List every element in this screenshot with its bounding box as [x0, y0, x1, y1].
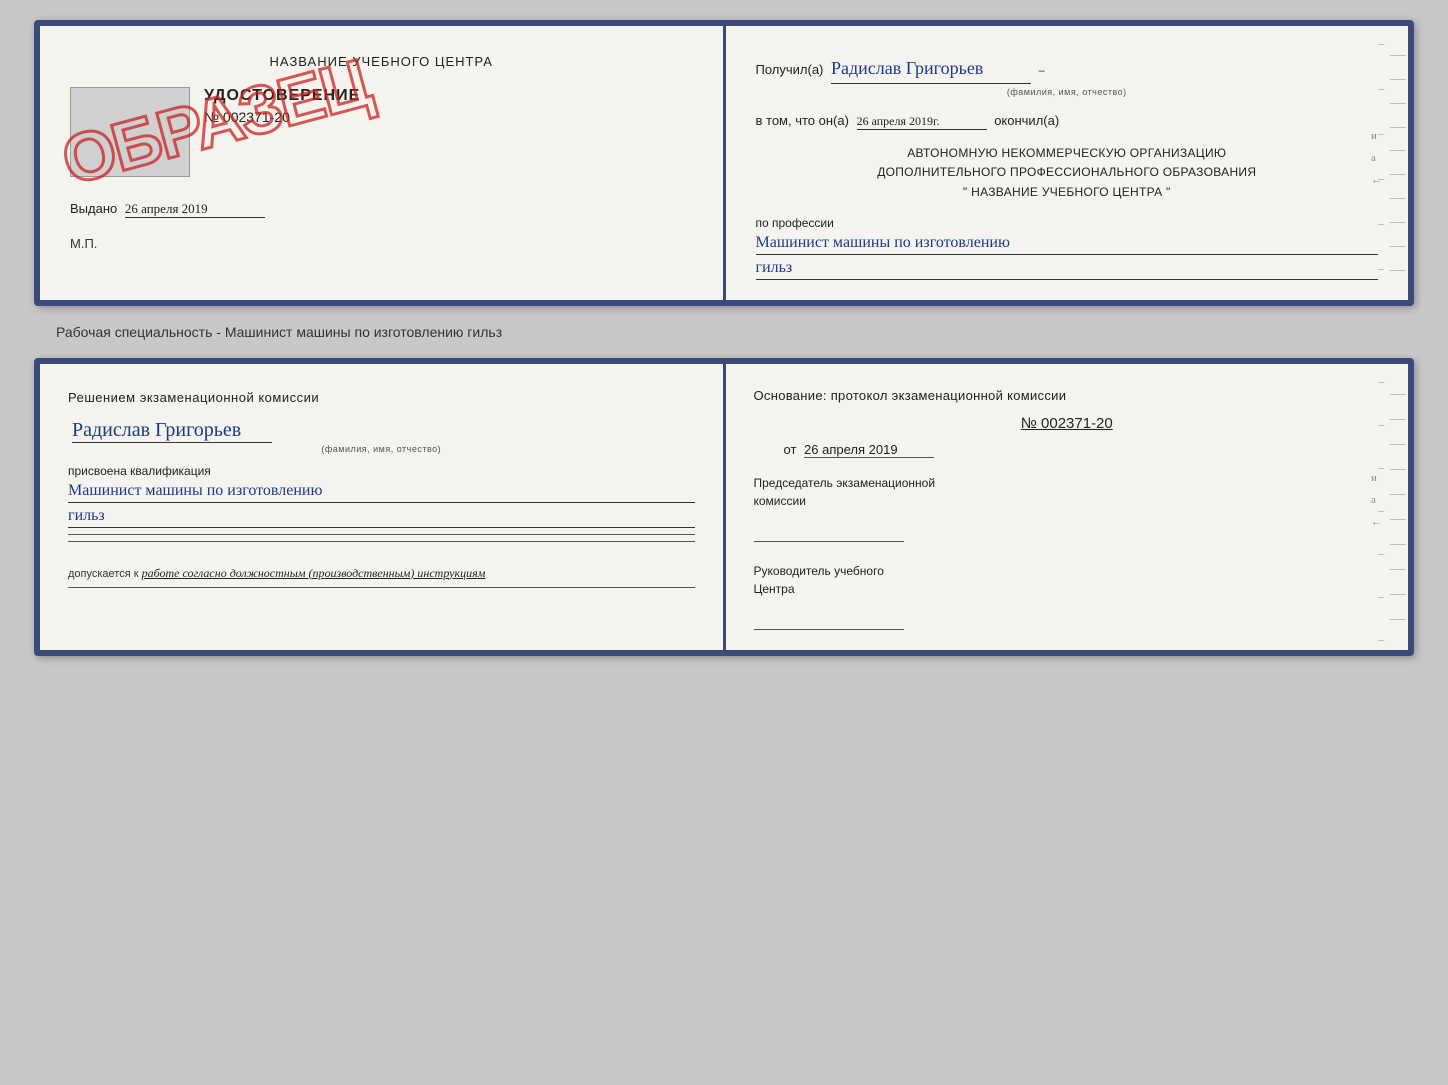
top-left-panel: НАЗВАНИЕ УЧЕБНОГО ЦЕНТРА УДОСТОВЕРЕНИЕ №…: [40, 26, 726, 300]
deco-line: [1390, 494, 1406, 495]
org-line3: " НАЗВАНИЕ УЧЕБНОГО ЦЕНТРА ": [756, 183, 1379, 202]
chairman-signature: [754, 514, 904, 542]
qualification-label: присвоена квалификация: [68, 464, 211, 478]
mp-label: М.П.: [70, 236, 693, 251]
recipient-name-bottom: Радислав Григорьев: [72, 419, 272, 443]
chairman-label1: Председатель экзаменационной: [754, 474, 1381, 492]
date-line-top: в том, что он(а) 26 апреля 2019г. окончи…: [756, 113, 1379, 130]
date-suffix-top: окончил(а): [994, 113, 1059, 128]
date-prefix-top: в том, что он(а): [756, 113, 849, 128]
right-deco-lines-bottom: [1388, 364, 1408, 650]
profession-value1: Машинист машины по изготовлению: [756, 234, 1379, 255]
allowed-line: допускается к работе согласно должностны…: [68, 566, 695, 581]
received-prefix: Получил(а): [756, 62, 824, 77]
deco-line: [1390, 569, 1406, 570]
issued-label: Выдано: [70, 201, 117, 216]
allowed-text: работе согласно должностным (производств…: [142, 566, 486, 580]
basis-title: Основание: протокол экзаменационной коми…: [754, 388, 1381, 403]
chairman-block: Председатель экзаменационной комиссии: [754, 474, 1381, 542]
qualification-value1: Машинист машины по изготовлению: [68, 482, 695, 503]
deco-line: [1390, 174, 1406, 175]
deco-line: [1390, 419, 1406, 420]
top-right-panel: Получил(а) Радислав Григорьев – (фамилия…: [726, 26, 1409, 300]
deco-line: [1390, 544, 1406, 545]
section-title-bottom: Решением экзаменационной комиссии: [68, 388, 695, 409]
deco-line: [1390, 222, 1406, 223]
deco-line: [1390, 150, 1406, 151]
underline2: [68, 541, 695, 542]
underline3: [68, 587, 695, 588]
deco-line: [1390, 127, 1406, 128]
bottom-left-panel: Решением экзаменационной комиссии Радисл…: [40, 364, 726, 650]
org-line1: АВТОНОМНУЮ НЕКОММЕРЧЕСКУЮ ОРГАНИЗАЦИЮ: [756, 144, 1379, 163]
deco-line: [1390, 79, 1406, 80]
deco-line: [1390, 198, 1406, 199]
date-of-prefix: от: [784, 442, 797, 457]
deco-line: [1390, 519, 1406, 520]
org-block: АВТОНОМНУЮ НЕКОММЕРЧЕСКУЮ ОРГАНИЗАЦИЮ ДО…: [756, 144, 1379, 202]
cert-number: № 002371-20: [204, 109, 360, 125]
fio-label-top: (фамилия, имя, отчество): [756, 85, 1379, 99]
deco-line: [1390, 270, 1406, 271]
issued-date: 26 апреля 2019: [125, 201, 265, 218]
allowed-prefix: допускается к: [68, 568, 139, 580]
photo-placeholder: [70, 87, 190, 177]
date-value-top: 26 апреля 2019г.: [857, 114, 987, 130]
protocol-number: № 002371-20: [754, 415, 1381, 432]
bottom-document-card: Решением экзаменационной комиссии Радисл…: [34, 358, 1414, 656]
deco-line: [1390, 103, 1406, 104]
profession-value2: гильз: [756, 259, 1379, 280]
chairman-label2: комиссии: [754, 492, 1381, 510]
dash-marks-right: – – – – – –: [1378, 36, 1384, 276]
top-document-card: НАЗВАНИЕ УЧЕБНОГО ЦЕНТРА УДОСТОВЕРЕНИЕ №…: [34, 20, 1414, 306]
recipient-name-top: Радислав Григорьев: [831, 54, 1031, 84]
dash-marks-right-bottom: – – – – – – –: [1378, 374, 1384, 647]
underline1: [68, 534, 695, 535]
org-name-top: НАЗВАНИЕ УЧЕБНОГО ЦЕНТРА: [70, 54, 693, 69]
bottom-right-panel: Основание: протокол экзаменационной коми…: [726, 364, 1409, 650]
director-label1: Руководитель учебного: [754, 562, 1381, 580]
deco-line: [1390, 55, 1406, 56]
deco-line: [1390, 469, 1406, 470]
fio-label-bottom: (фамилия, имя, отчество): [68, 444, 695, 454]
between-label: Рабочая специальность - Машинист машины …: [56, 324, 502, 340]
cert-content-row: УДОСТОВЕРЕНИЕ № 002371-20: [70, 79, 693, 185]
director-block: Руководитель учебного Центра: [754, 562, 1381, 630]
date-of-value: 26 апреля 2019: [804, 442, 934, 458]
recipient-name-bottom-wrap: Радислав Григорьев (фамилия, имя, отчест…: [68, 419, 695, 454]
cert-title: УДОСТОВЕРЕНИЕ: [204, 87, 360, 105]
deco-line: [1390, 594, 1406, 595]
deco-line: [1390, 246, 1406, 247]
qualification-line: присвоена квалификация: [68, 464, 695, 478]
date-of: от 26 апреля 2019: [784, 442, 1381, 458]
qualification-value2: гильз: [68, 507, 695, 528]
deco-line: [1390, 619, 1406, 620]
director-signature: [754, 602, 904, 630]
cert-title-block: УДОСТОВЕРЕНИЕ № 002371-20: [204, 87, 360, 125]
deco-line: [1390, 444, 1406, 445]
right-deco-lines: [1388, 26, 1408, 300]
deco-line: [1390, 394, 1406, 395]
profession-prefix: по профессии: [756, 216, 834, 230]
director-label2: Центра: [754, 580, 1381, 598]
profession-label-top: по профессии Машинист машины по изготовл…: [756, 216, 1379, 280]
dash-after-name: –: [1039, 65, 1045, 77]
received-line: Получил(а) Радислав Григорьев – (фамилия…: [756, 54, 1379, 99]
org-line2: ДОПОЛНИТЕЛЬНОГО ПРОФЕССИОНАЛЬНОГО ОБРАЗО…: [756, 163, 1379, 182]
issued-line: Выдано 26 апреля 2019: [70, 201, 693, 218]
